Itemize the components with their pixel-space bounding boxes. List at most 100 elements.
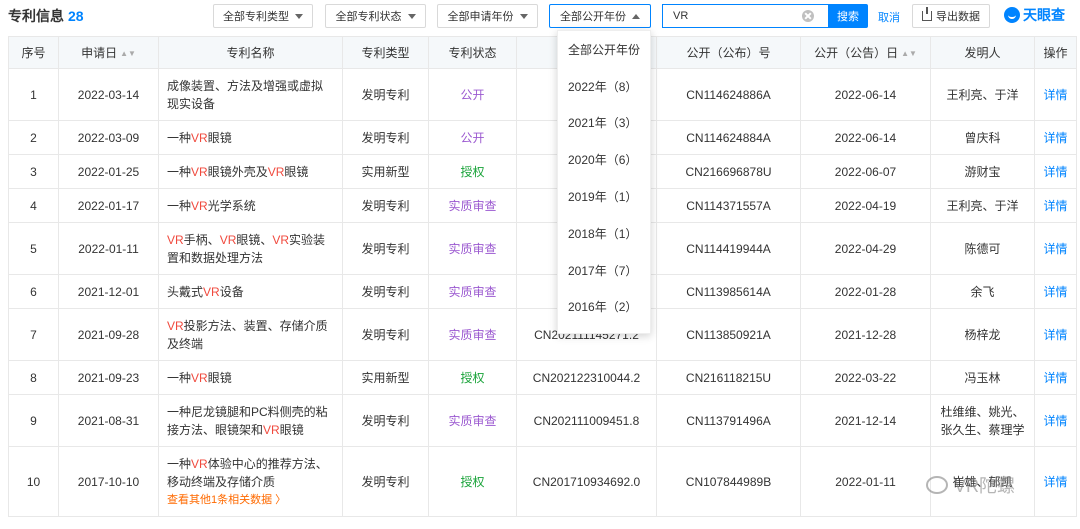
table-row: 8 2021-09-23 一种VR眼镜 实用新型 授权 CN202122310044.2 C…: [8, 360, 1077, 395]
filter-patent-status[interactable]: 全部专利状态: [325, 4, 426, 28]
cell-pub-no: CN113791496A: [656, 394, 801, 447]
cell-patent-name[interactable]: VR投影方法、装置、存储介质及终端: [158, 308, 343, 361]
cell-patent-name[interactable]: 一种尼龙镜腿和PC料侧壳的粘接方法、眼镜架和VR眼镜: [158, 394, 343, 447]
dropdown-option[interactable]: 2019年（1）: [558, 178, 650, 215]
cell-pub-no: CN216118215U: [656, 360, 801, 395]
detail-link[interactable]: 详情: [1034, 394, 1077, 447]
cell-patent-type: 发明专利: [342, 68, 429, 121]
detail-link[interactable]: 详情: [1034, 222, 1077, 275]
col-header: 操作: [1034, 36, 1077, 69]
cell-pub-date: 2022-06-07: [800, 154, 931, 189]
cell-patent-name[interactable]: VR手柄、VR眼镜、VR实验装置和数据处理方法: [158, 222, 343, 275]
dropdown-option[interactable]: 全部公开年份: [558, 31, 650, 68]
dropdown-option[interactable]: 2020年（6）: [558, 141, 650, 178]
cell-pub-no: CN107844989B: [656, 446, 801, 517]
col-header[interactable]: 申请日 ▲▼: [58, 36, 159, 69]
cell-inventor: 王利亮、于洋: [930, 68, 1035, 121]
cancel-link[interactable]: 取消: [878, 9, 900, 25]
detail-link[interactable]: 详情: [1034, 274, 1077, 309]
cell-status: 实质审查: [428, 274, 517, 309]
name-part: VR: [191, 456, 208, 471]
detail-link[interactable]: 详情: [1034, 308, 1077, 361]
col-header: 发明人: [930, 36, 1035, 69]
table-row: 62021-12-01头戴式VR设备发明专利实质审查CN2CN113985614…: [8, 274, 1077, 309]
table-row: 10 2017-10-10 一种VR体验中心的推荐方法、移动终端及存储介质 查看其他1…: [8, 446, 1077, 517]
cell-patent-name[interactable]: 成像装置、方法及增强或虚拟现实设备: [158, 68, 343, 121]
dropdown-option[interactable]: 2022年（8）: [558, 68, 650, 105]
cell-no: 1: [8, 68, 59, 121]
cell-apply-no: CN201710934692.0: [516, 446, 657, 517]
table-row: 5 2022-01-11 VR手柄、VR眼镜、VR实验装置和数据处理方法 发明专利 实质…: [8, 222, 1077, 275]
cell-patent-type: 发明专利: [342, 394, 429, 447]
name-part: VR: [167, 318, 184, 333]
name-part: VR: [191, 130, 208, 145]
dropdown-option[interactable]: 2017年（7）: [558, 252, 650, 289]
cell-pub-no: CN114371557A: [656, 188, 801, 223]
name-part: 一种: [167, 164, 192, 179]
cell-patent-type: 发明专利: [342, 120, 429, 155]
cell-no: 3: [8, 154, 59, 189]
table-row: 42022-01-17一种VR光学系统发明专利实质审查CN2CN11437155…: [8, 188, 1077, 223]
cell-patent-name[interactable]: 一种VR眼镜外壳及VR眼镜: [158, 154, 343, 189]
search-button[interactable]: 搜索: [828, 4, 868, 28]
name-part: VR: [191, 164, 208, 179]
cell-apply-date: 2021-09-23: [58, 360, 159, 395]
detail-link[interactable]: 详情: [1034, 188, 1077, 223]
cell-apply-date: 2022-03-14: [58, 68, 159, 121]
cell-apply-date: 2021-09-28: [58, 308, 159, 361]
cell-patent-name[interactable]: 一种VR眼镜: [158, 360, 343, 395]
detail-link[interactable]: 详情: [1034, 154, 1077, 189]
filter-apply-year[interactable]: 全部申请年份: [437, 4, 538, 28]
filter-publish-year[interactable]: 全部公开年份: [549, 4, 651, 28]
cell-inventor: 杨梓龙: [930, 308, 1035, 361]
cell-inventor: 游财宝: [930, 154, 1035, 189]
table-row: 7 2021-09-28 VR投影方法、装置、存储介质及终端 发明专利 实质审查 CN20…: [8, 308, 1077, 361]
chevron-down-icon: [295, 13, 303, 19]
cell-no: 8: [8, 360, 59, 395]
cell-pub-date: 2022-04-29: [800, 222, 931, 275]
cell-inventor: 冯玉林: [930, 360, 1035, 395]
export-icon: [922, 7, 932, 21]
cell-pub-date: 2021-12-28: [800, 308, 931, 361]
col-header: 公开（公布）号: [656, 36, 801, 69]
chevron-up-icon: [632, 13, 640, 19]
cell-pub-date: 2022-03-22: [800, 360, 931, 395]
col-header: 专利名称: [158, 36, 343, 69]
clear-icon[interactable]: [802, 10, 814, 22]
name-part: 眼镜: [284, 164, 309, 179]
sort-icon[interactable]: ▲▼: [901, 49, 917, 58]
more-link[interactable]: 查看其他1条相关数据 〉: [167, 491, 334, 509]
name-part: 设备: [219, 284, 244, 299]
sort-icon[interactable]: ▲▼: [120, 49, 136, 58]
publish-year-dropdown: 全部公开年份 2022年（8） 2021年（3） 2020年（6） 2019年（1） 20…: [557, 30, 651, 334]
detail-link[interactable]: 详情: [1034, 360, 1077, 395]
detail-link[interactable]: 详情: [1034, 68, 1077, 121]
cell-patent-name[interactable]: 头戴式VR设备: [158, 274, 343, 309]
result-count: 28: [68, 8, 84, 24]
cell-patent-type: 发明专利: [342, 222, 429, 275]
name-part: 眼镜、: [236, 232, 273, 247]
cell-pub-no: CN114419944A: [656, 222, 801, 275]
cell-patent-type: 发明专利: [342, 188, 429, 223]
cell-apply-date: 2022-01-25: [58, 154, 159, 189]
export-button[interactable]: 导出数据: [912, 4, 990, 28]
cell-inventor: 杜维维、姚光、张久生、蔡理学: [930, 394, 1035, 447]
detail-link[interactable]: 详情: [1034, 120, 1077, 155]
dropdown-option[interactable]: 2021年（3）: [558, 105, 650, 142]
col-header: 专利类型: [342, 36, 429, 69]
cell-status: 授权: [428, 154, 517, 189]
dropdown-option[interactable]: 2018年（1）: [558, 215, 650, 252]
cell-patent-name[interactable]: 一种VR眼镜: [158, 120, 343, 155]
cell-status: 授权: [428, 360, 517, 395]
cell-patent-type: 发明专利: [342, 274, 429, 309]
cell-no: 9: [8, 394, 59, 447]
col-header[interactable]: 公开（公告）日 ▲▼: [800, 36, 931, 69]
detail-link[interactable]: 详情: [1034, 446, 1077, 517]
filter-patent-type[interactable]: 全部专利类型: [213, 4, 313, 28]
dropdown-option[interactable]: 2016年（2）: [558, 289, 650, 326]
cell-patent-name[interactable]: 一种VR光学系统: [158, 188, 343, 223]
cell-patent-name[interactable]: 一种VR体验中心的推荐方法、移动终端及存储介质 查看其他1条相关数据 〉: [158, 446, 343, 517]
name-part: VR: [219, 232, 237, 247]
patent-table: 序号 申请日▲▼ 专利名称 专利类型 专利状态 申请号 公开（公布）号 公开（公…: [8, 36, 1077, 517]
chevron-down-icon: [519, 13, 528, 19]
